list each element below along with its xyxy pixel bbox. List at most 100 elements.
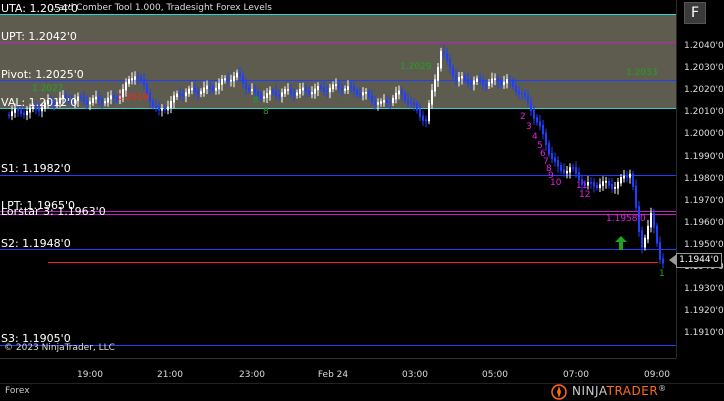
candle-body: [509, 79, 511, 82]
copyright-notice: © 2023 NinjaTrader, LLC: [4, 343, 115, 353]
candle-body: [647, 225, 649, 240]
candle-body: [137, 76, 139, 79]
time-tick-label: 03:00: [402, 370, 428, 380]
candle-body: [377, 102, 379, 105]
candle-body: [326, 90, 328, 93]
candle-body: [530, 101, 532, 112]
candle-body: [302, 87, 304, 91]
price-tick-label: 1.1910'0: [684, 328, 724, 339]
price-tick-label: 1.1950'0: [684, 239, 724, 250]
annotation-price-3: 1.2029: [400, 62, 432, 72]
candle-body: [260, 94, 262, 99]
instrument-tab[interactable]: Forex: [5, 386, 30, 396]
candle-body: [563, 169, 565, 174]
candle-body: [125, 82, 127, 91]
candle-body: [455, 75, 457, 82]
annotation-price-5: 1.1958'0: [606, 214, 646, 224]
candle-body: [428, 103, 430, 122]
candle-body: [80, 96, 82, 99]
candle-body: [83, 96, 85, 102]
candle-body: [323, 87, 325, 92]
demark-count-magenta-9: 10: [550, 178, 562, 188]
price-tick-label: 1.2020'0: [684, 85, 724, 96]
candle-body: [617, 181, 619, 189]
candle-body: [254, 89, 256, 93]
candle-body: [263, 96, 265, 99]
candle-body: [266, 93, 268, 99]
candle-body: [593, 182, 595, 187]
chart-window: UTA: 1.2054'0 UPT: 1.2042'0 Pivot: 1.202…: [0, 0, 724, 401]
candle-body: [248, 87, 250, 91]
candle-body: [191, 87, 193, 91]
candle-body: [488, 82, 490, 87]
level-label-s2: S2: 1.1948'0: [1, 237, 71, 250]
ninjatrader-brand: NINJATRADER®: [572, 384, 667, 398]
candle-body: [281, 92, 283, 97]
candle-body: [461, 75, 463, 79]
candle-body: [170, 101, 172, 109]
candle-body: [566, 170, 568, 174]
candle-body: [572, 167, 574, 169]
candle-body: [206, 85, 208, 90]
annotation-price-1: 1.2019: [117, 93, 149, 103]
candle-body: [293, 92, 295, 96]
candle-body: [458, 77, 460, 82]
candle-body: [173, 95, 175, 103]
candle-body: [278, 94, 280, 97]
candle-body: [401, 90, 403, 95]
candle-body: [338, 84, 340, 89]
candle-body: [620, 177, 622, 184]
candle-body: [515, 85, 517, 93]
candle-body: [359, 93, 361, 96]
candle-body: [383, 100, 385, 103]
candle-body: [413, 101, 415, 106]
candle-body: [89, 101, 91, 105]
price-plot-area[interactable]: UTA: 1.2054'0 UPT: 1.2042'0 Pivot: 1.202…: [0, 0, 676, 358]
candle-body: [353, 86, 355, 92]
price-tick-label: 1.2040'0: [684, 41, 724, 51]
chart-menu-button[interactable]: F: [684, 2, 706, 24]
candle-body: [623, 175, 625, 179]
candle-body: [149, 92, 151, 103]
candle-body: [650, 212, 652, 228]
candle-body: [23, 112, 25, 116]
candle-body: [188, 88, 190, 94]
candle-body: [548, 143, 550, 155]
candle-body: [134, 76, 136, 80]
candle-body: [494, 78, 496, 81]
brand-left: NINJA: [572, 384, 607, 398]
candle-body: [536, 117, 538, 123]
candle-body: [368, 92, 370, 98]
candle-body: [212, 87, 214, 91]
candle-body: [629, 173, 631, 178]
candle-body: [332, 84, 334, 90]
annotation-price-4: 1.2033: [626, 68, 658, 78]
candle-body: [395, 92, 397, 100]
candle-body: [272, 90, 274, 93]
candle-body: [26, 111, 28, 116]
candle-body: [527, 95, 529, 104]
candle-body: [392, 97, 394, 104]
candle-body: [239, 72, 241, 78]
candle-body: [314, 88, 316, 94]
level-label-lorstar: Lorstar 3: 1.1963'0: [1, 205, 106, 218]
candle-body: [107, 97, 109, 103]
candle-body: [503, 81, 505, 85]
candlestick-series: [8, 44, 664, 269]
candle-body: [164, 108, 166, 111]
candle-body: [452, 67, 454, 77]
brand-mark: ®: [658, 384, 667, 393]
candle-body: [335, 84, 337, 86]
candle-body: [485, 83, 487, 87]
candle-body: [479, 78, 481, 82]
candle-body: [245, 81, 247, 89]
demark-count-green-3: 1: [659, 269, 665, 279]
candle-body: [551, 152, 553, 159]
brand-right: TRADER: [606, 384, 659, 398]
candle-body: [224, 78, 226, 81]
candle-body: [380, 101, 382, 104]
candle-body: [416, 103, 418, 111]
candle-body: [197, 90, 199, 95]
candle-body: [347, 86, 349, 91]
time-tick-label: 07:00: [563, 370, 589, 380]
